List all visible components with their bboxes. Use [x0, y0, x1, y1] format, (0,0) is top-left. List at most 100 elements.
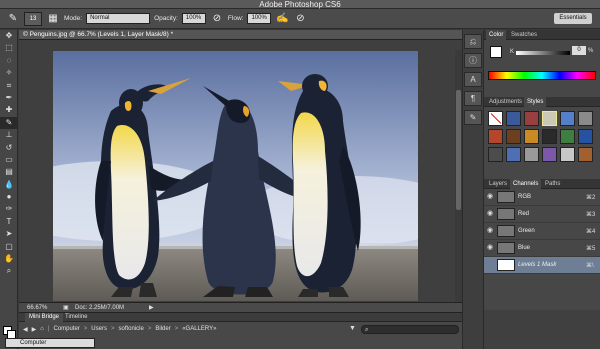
visibility-eye-icon[interactable]: ◉: [486, 227, 494, 235]
tab-paths[interactable]: Paths: [542, 179, 563, 189]
pressure-size-icon[interactable]: ⊘: [293, 12, 307, 26]
canvas-area[interactable]: [19, 40, 462, 312]
tab-adjustments[interactable]: Adjustments: [486, 97, 525, 107]
airbrush-icon[interactable]: ✍: [275, 12, 289, 26]
brush-panel-toggle-icon[interactable]: ▦: [46, 12, 60, 26]
style-swatch[interactable]: [578, 111, 593, 126]
style-swatch[interactable]: [524, 111, 539, 126]
location-select[interactable]: Computer: [5, 338, 95, 348]
style-swatch[interactable]: [560, 129, 575, 144]
channel-row-red[interactable]: ◉ Red ⌘3: [484, 206, 600, 223]
channel-row-levels-mask[interactable]: Levels 1 Mask ⌘\: [484, 257, 600, 274]
color-panel: K 0 %: [484, 40, 600, 97]
k-slider[interactable]: [516, 51, 570, 55]
pen-tool-icon[interactable]: ✑: [0, 203, 18, 215]
channel-thumbnail: [497, 208, 515, 220]
healing-brush-tool-icon[interactable]: ✚: [0, 104, 18, 116]
shape-tool-icon[interactable]: ▢: [0, 241, 18, 253]
style-swatch[interactable]: [542, 147, 557, 162]
eyedropper-tool-icon[interactable]: ✒: [0, 92, 18, 104]
style-swatch[interactable]: [506, 129, 521, 144]
tab-layers[interactable]: Layers: [486, 179, 510, 189]
style-swatch[interactable]: [506, 147, 521, 162]
dodge-tool-icon[interactable]: ●: [0, 191, 18, 203]
color-spectrum-bar[interactable]: [488, 71, 596, 80]
nav-home-icon[interactable]: ⌂: [40, 326, 44, 332]
blur-tool-icon[interactable]: 💧: [0, 179, 18, 191]
style-swatch[interactable]: [542, 111, 557, 126]
breadcrumb-item[interactable]: Bilder: [155, 326, 170, 332]
style-swatch[interactable]: [488, 129, 503, 144]
mini-bridge-panel: Mini Bridge Timeline ◀ ▶ ⌂ | Computer > …: [5, 312, 462, 349]
marquee-tool-icon[interactable]: ⬚: [0, 42, 18, 54]
channel-row-blue[interactable]: ◉ Blue ⌘5: [484, 240, 600, 257]
right-panel-dock: Color Swatches K 0 % Adjustments Styles: [484, 30, 600, 349]
breadcrumb-item[interactable]: Users: [91, 326, 107, 332]
zoom-tool-icon[interactable]: ⌕: [0, 265, 18, 277]
nav-back-icon[interactable]: ◀: [23, 326, 28, 333]
tab-mini-bridge[interactable]: Mini Bridge: [25, 313, 64, 322]
type-tool-icon[interactable]: T: [0, 216, 18, 228]
history-brush-tool-icon[interactable]: ↺: [0, 142, 18, 154]
gradient-tool-icon[interactable]: ▤: [0, 166, 18, 178]
style-swatch[interactable]: [488, 147, 503, 162]
breadcrumb-item[interactable]: softonicle: [118, 326, 143, 332]
vertical-scroll-thumb[interactable]: [456, 90, 461, 210]
visibility-eye-icon[interactable]: ◉: [486, 193, 494, 201]
tab-styles[interactable]: Styles: [524, 97, 547, 107]
breadcrumb-item[interactable]: «GALLERY»: [182, 326, 216, 332]
breadcrumb-item[interactable]: Computer: [53, 326, 79, 332]
brush-tool-selected-icon[interactable]: ✎: [0, 116, 18, 130]
tab-channels[interactable]: Channels: [510, 179, 542, 189]
opacity-field[interactable]: 100%: [181, 13, 206, 24]
nav-forward-icon[interactable]: ▶: [32, 326, 37, 333]
style-swatch[interactable]: [506, 111, 521, 126]
quick-select-tool-icon[interactable]: ✧: [0, 67, 18, 79]
bridge-search-input[interactable]: ⌕: [361, 325, 459, 334]
style-swatch[interactable]: [524, 129, 539, 144]
style-swatch[interactable]: [524, 147, 539, 162]
hand-tool-icon[interactable]: ✋: [0, 253, 18, 265]
clone-stamp-tool-icon[interactable]: ⊥: [0, 129, 18, 141]
visibility-eye-icon[interactable]: ◉: [486, 210, 494, 218]
tab-timeline[interactable]: Timeline: [61, 313, 91, 322]
paragraph-panel-icon[interactable]: ¶: [464, 91, 482, 106]
brush-tool-icon[interactable]: ✎: [6, 12, 20, 26]
vertical-scrollbar[interactable]: [455, 50, 462, 312]
mode-select[interactable]: Normal: [86, 13, 151, 24]
brush-presets-panel-icon[interactable]: ✎: [464, 110, 482, 125]
character-panel-icon[interactable]: A: [464, 72, 482, 87]
style-swatch[interactable]: [578, 129, 593, 144]
search-icon: ⌕: [365, 327, 369, 333]
mask-thumbnail: [497, 259, 515, 271]
title-bar: Adobe Photoshop CS6: [0, 0, 600, 9]
color-foreground-swatch[interactable]: [490, 46, 502, 58]
tab-swatches[interactable]: Swatches: [508, 30, 540, 40]
workspace-switcher[interactable]: Essentials: [554, 13, 592, 24]
style-swatch[interactable]: [542, 129, 557, 144]
pressure-opacity-icon[interactable]: ⊘: [210, 12, 224, 26]
visibility-eye-icon[interactable]: ◉: [486, 244, 494, 252]
flow-field[interactable]: 100%: [247, 13, 272, 24]
style-swatch[interactable]: [560, 147, 575, 162]
style-swatch[interactable]: [560, 111, 575, 126]
k-value-field[interactable]: 0: [572, 46, 586, 55]
style-swatch[interactable]: [578, 147, 593, 162]
penguins-photo[interactable]: [53, 51, 418, 301]
lasso-tool-icon[interactable]: ◌: [0, 55, 18, 67]
visibility-eye-icon[interactable]: [486, 261, 494, 269]
tab-color[interactable]: Color: [486, 30, 507, 40]
move-tool-icon[interactable]: ✥: [0, 30, 18, 42]
channel-row-rgb[interactable]: ◉ RGB ⌘2: [484, 189, 600, 206]
path-select-tool-icon[interactable]: ➤: [0, 228, 18, 240]
filter-icon[interactable]: ▼: [349, 325, 356, 332]
document-tab[interactable]: © Penguins.jpg @ 66.7% (Levels 1, Layer …: [19, 30, 462, 40]
document-window: © Penguins.jpg @ 66.7% (Levels 1, Layer …: [19, 30, 462, 312]
style-swatch[interactable]: [488, 111, 503, 126]
brush-preset-picker[interactable]: 13: [24, 11, 42, 26]
history-panel-icon[interactable]: ⎌: [464, 34, 482, 49]
properties-panel-icon[interactable]: ⓘ: [464, 53, 482, 68]
crop-tool-icon[interactable]: ⌗: [0, 80, 18, 92]
eraser-tool-icon[interactable]: ▭: [0, 154, 18, 166]
channel-row-green[interactable]: ◉ Green ⌘4: [484, 223, 600, 240]
